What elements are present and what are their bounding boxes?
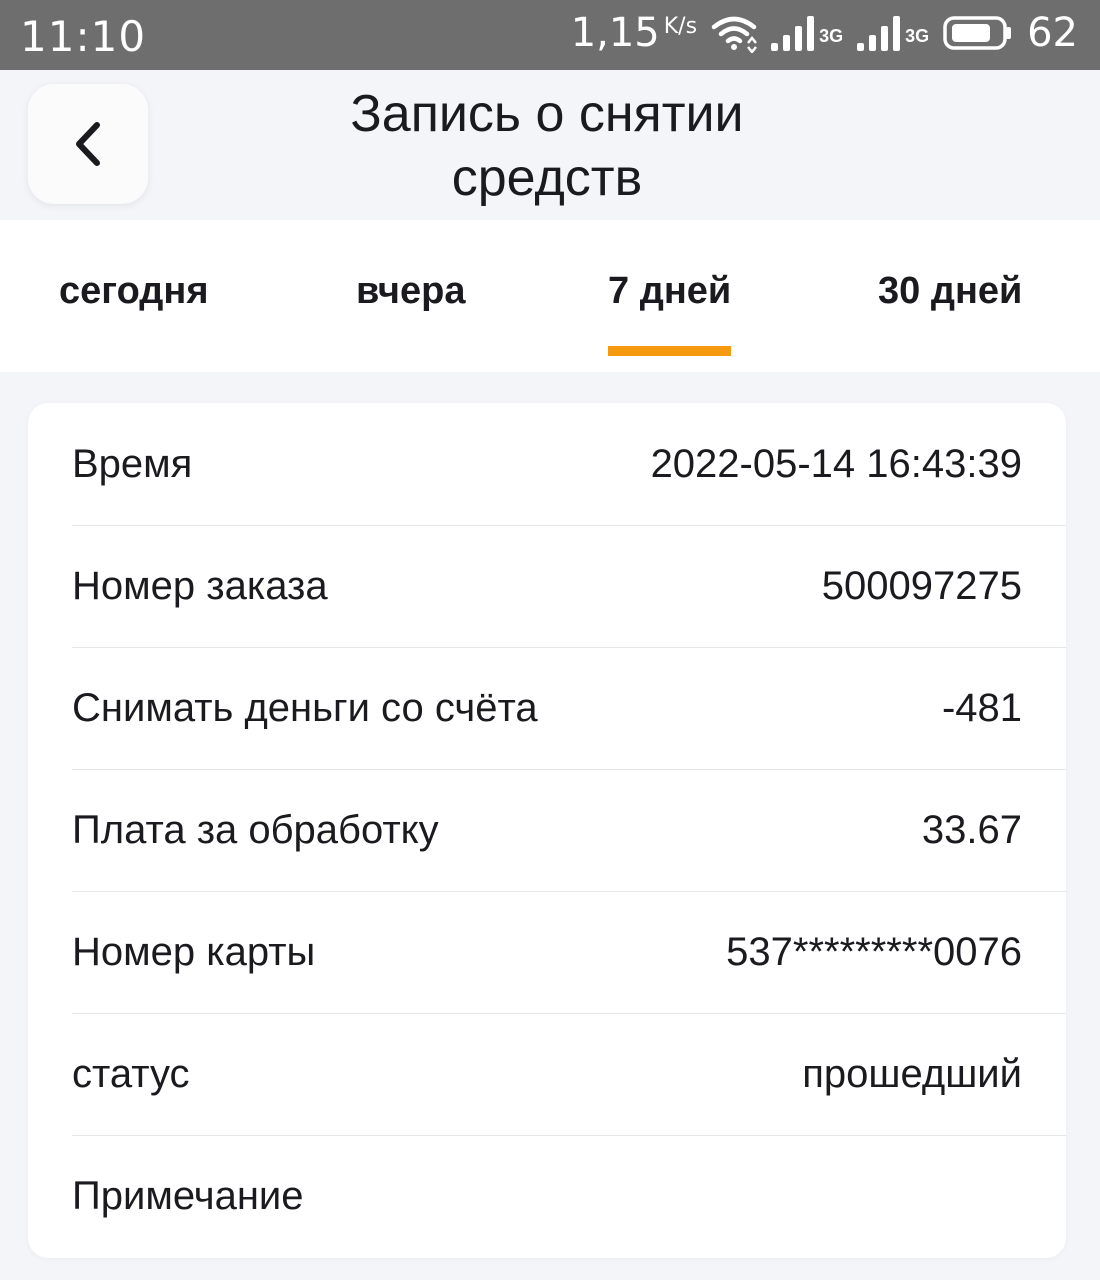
period-tabs: сегодня вчера 7 дней 30 дней (0, 220, 1100, 372)
wifi-icon (711, 13, 758, 53)
back-button[interactable] (28, 84, 148, 204)
row-order-number: Номер заказа 500097275 (72, 525, 1066, 648)
row-card-number: Номер карты 537*********0076 (72, 891, 1066, 1014)
order-number-label: Номер заказа (72, 563, 328, 608)
tab-7-days-label: 7 дней (608, 270, 732, 312)
withdraw-amount-value: -481 (941, 685, 1022, 730)
time-value: 2022-05-14 16:43:39 (650, 441, 1022, 486)
withdrawal-record-card: Время 2022-05-14 16:43:39 Номер заказа 5… (28, 403, 1066, 1258)
network-speed-unit: K/s (663, 14, 698, 39)
status-bar: 11:10 1,15 K/s 3G 3G 62 (0, 0, 1100, 70)
order-number-value: 500097275 (821, 563, 1022, 608)
tab-7-days[interactable]: 7 дней (608, 270, 732, 356)
processing-fee-value: 33.67 (921, 807, 1022, 852)
network-speed: 1,15 K/s (571, 10, 697, 56)
network-speed-value: 1,15 (570, 10, 660, 56)
battery-level: 62 (1027, 10, 1078, 56)
chevron-left-icon (76, 122, 100, 166)
row-withdraw-amount: Снимать деньги со счёта -481 (72, 647, 1066, 770)
row-time: Время 2022-05-14 16:43:39 (72, 403, 1066, 526)
row-processing-fee: Плата за обработку 33.67 (72, 769, 1066, 892)
battery-icon (943, 15, 1013, 51)
status-label: статус (72, 1051, 190, 1096)
status-value: прошедший (802, 1051, 1022, 1096)
page-title: Запись о снятии средств (300, 82, 794, 210)
card-number-value: 537*********0076 (726, 929, 1022, 974)
tab-today-label: сегодня (59, 270, 209, 312)
app-header: Запись о снятии средств (0, 70, 1100, 220)
status-icons: 1,15 K/s 3G 3G 62 (571, 10, 1078, 56)
clock: 11:10 (20, 12, 147, 61)
network-type-sim2: 3G (905, 26, 930, 46)
page-title-line2: средств (451, 149, 643, 207)
row-status: статус прошедший (72, 1013, 1066, 1136)
network-type-sim1: 3G (819, 26, 844, 46)
card-number-label: Номер карты (72, 929, 316, 974)
page-title-line1: Запись о снятии (350, 85, 744, 143)
row-note: Примечание (72, 1135, 1066, 1257)
tab-30-days[interactable]: 30 дней (878, 270, 1022, 313)
processing-fee-label: Плата за обработку (72, 807, 439, 852)
signal-icon-sim2: 3G (857, 15, 929, 51)
tab-yesterday-label: вчера (356, 270, 466, 312)
tab-today[interactable]: сегодня (59, 270, 209, 313)
signal-icon-sim1: 3G (771, 15, 843, 51)
tab-30-days-label: 30 дней (878, 270, 1023, 312)
active-tab-indicator (608, 346, 732, 356)
time-label: Время (72, 441, 193, 486)
note-label: Примечание (72, 1173, 304, 1218)
tab-yesterday[interactable]: вчера (356, 270, 465, 313)
withdraw-amount-label: Снимать деньги со счёта (72, 685, 538, 730)
